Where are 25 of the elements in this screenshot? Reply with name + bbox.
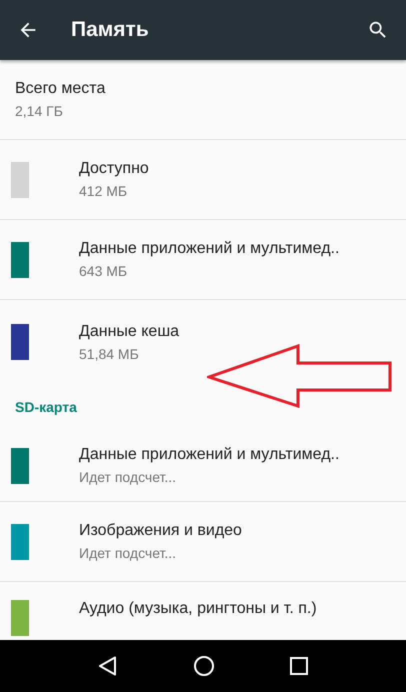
storage-row[interactable]: Аудио (музыка, рингтоны и т. п.)	[0, 582, 406, 640]
item-title: Всего места	[15, 80, 106, 98]
back-icon[interactable]	[97, 655, 119, 677]
storage-row[interactable]: Доступно 412 МБ	[0, 140, 406, 220]
item-size: 51,84 МБ	[79, 346, 140, 362]
item-size: 2,14 ГБ	[15, 103, 64, 119]
item-title: Данные приложений и мультимед..	[79, 240, 340, 258]
item-size: Идет подсчет...	[79, 545, 178, 561]
storage-row[interactable]: Данные приложений и мультимед.. 643 МБ	[0, 220, 406, 300]
item-title: Доступно	[79, 160, 149, 178]
item-title: Данные приложений и мультимед..	[79, 446, 340, 464]
item-size: 412 МБ	[79, 183, 128, 199]
item-size: Идет подсчет...	[79, 469, 178, 485]
item-title: Изображения и видео	[79, 522, 242, 540]
section-header: SD-карта	[15, 399, 77, 415]
screen-title: Память	[71, 18, 150, 42]
recents-icon[interactable]	[289, 656, 309, 676]
item-size: 643 МБ	[79, 263, 128, 279]
storage-row[interactable]: Изображения и видео Идет подсчет...	[0, 502, 406, 582]
item-title: Данные кеша	[79, 322, 180, 340]
storage-row[interactable]: Всего места 2,14 ГБ	[0, 60, 406, 140]
home-icon[interactable]	[193, 655, 215, 677]
storage-row[interactable]: Данные приложений и мультимед.. Идет подсчет...	[0, 430, 406, 502]
storage-row[interactable]: Данные кеша 51,84 МБ	[0, 300, 406, 384]
item-title: Аудио (музыка, рингтоны и т. п.)	[79, 600, 317, 618]
